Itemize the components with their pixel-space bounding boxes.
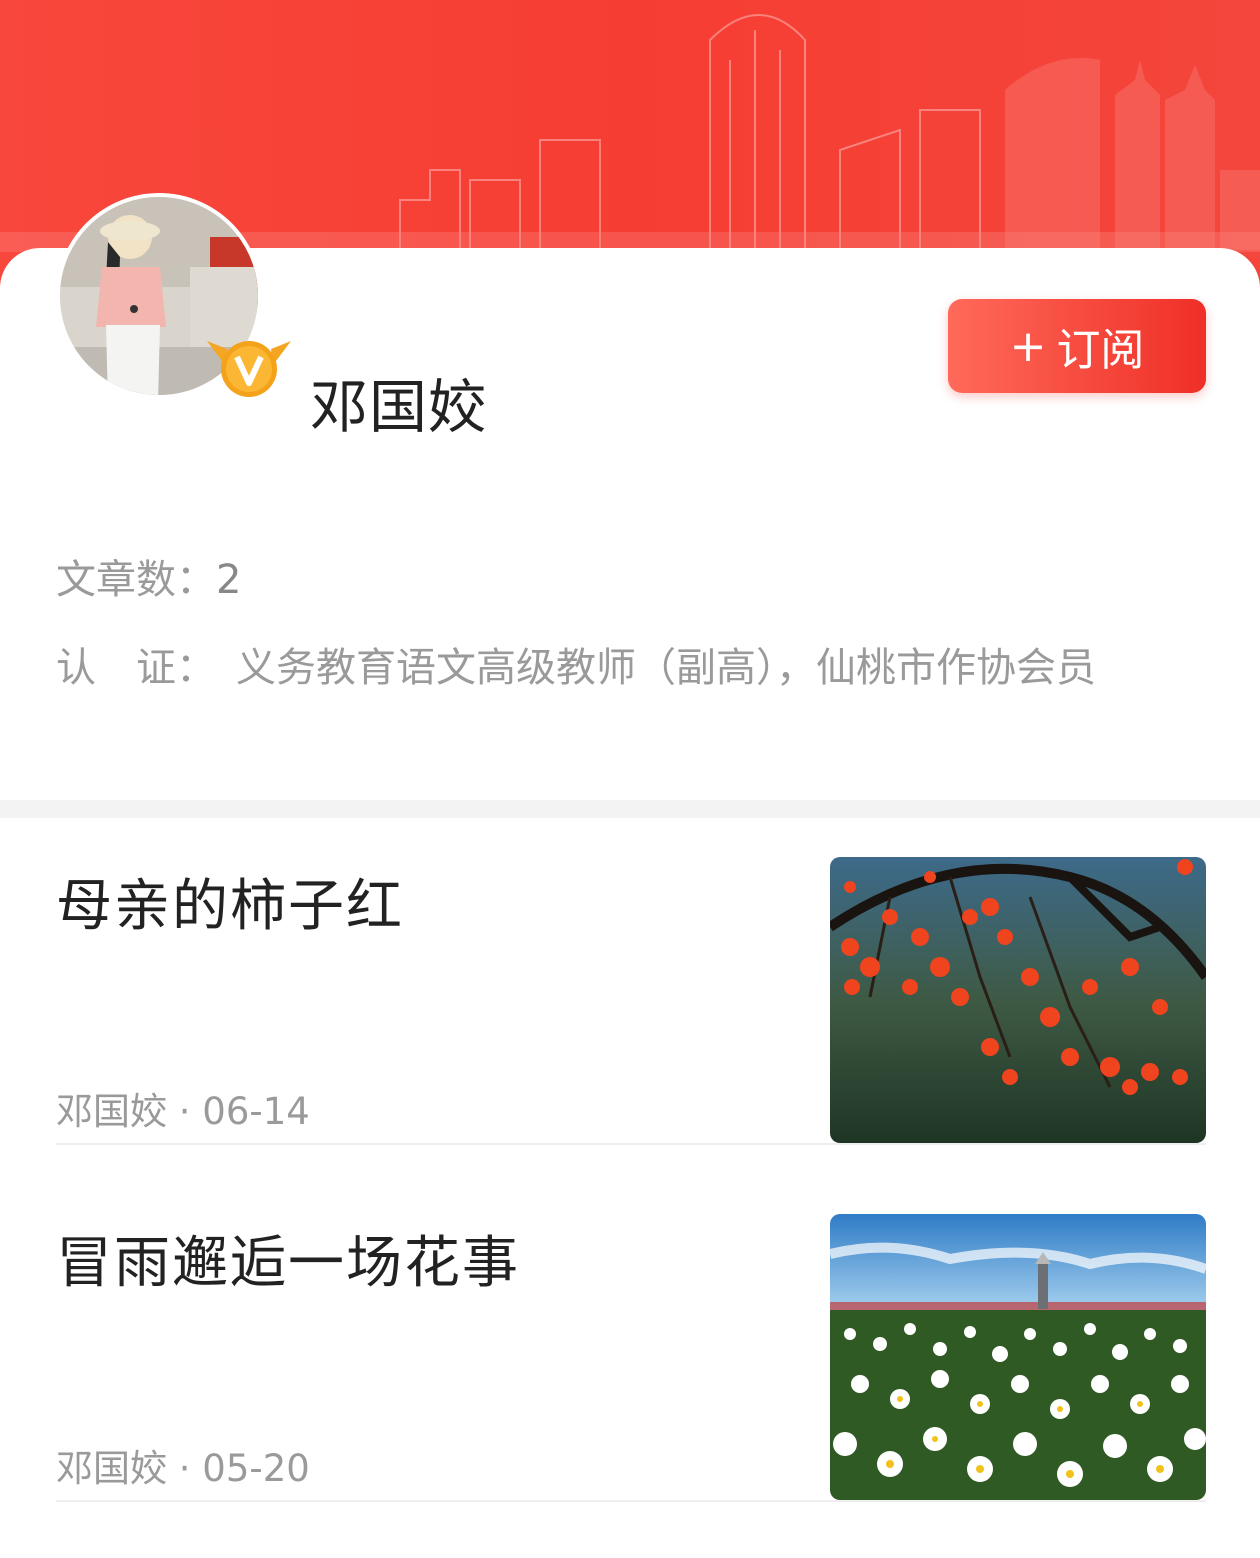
- article-item[interactable]: 母亲的柿子红 邓国姣 · 06-14: [56, 857, 1206, 1145]
- section-divider: [0, 800, 1260, 818]
- verified-v-badge-icon: [207, 341, 291, 397]
- article-meta: 邓国姣 · 06-14: [56, 1090, 310, 1133]
- article-count-label: 文章数：: [56, 557, 216, 603]
- author-name: 邓国姣: [310, 373, 488, 441]
- article-count-value: 2: [216, 557, 242, 603]
- article-thumbnail[interactable]: [830, 1214, 1206, 1500]
- article-title[interactable]: 母亲的柿子红: [56, 861, 404, 942]
- persimmon-tree-photo-icon: [830, 857, 1206, 1143]
- certification-label-row: 认 证：: [56, 635, 216, 701]
- article-title[interactable]: 冒雨邂逅一场花事: [56, 1218, 520, 1299]
- article-meta: 邓国姣 · 05-20: [56, 1447, 310, 1490]
- article-count-row: 文章数：2: [56, 547, 241, 613]
- article-item[interactable]: 冒雨邂逅一场花事 邓国姣 · 05-20: [56, 1214, 1206, 1502]
- subscribe-button[interactable]: + 订阅: [948, 299, 1206, 393]
- subscribe-label: 订阅: [1056, 325, 1145, 376]
- plus-icon: +: [1009, 320, 1047, 372]
- certification-label: 认 证：: [56, 645, 216, 691]
- certification-value: 义务教育语文高级教师（副高），仙桃市作协会员: [236, 645, 1096, 691]
- daisy-field-photo-icon: [830, 1214, 1206, 1500]
- article-thumbnail[interactable]: [830, 857, 1206, 1143]
